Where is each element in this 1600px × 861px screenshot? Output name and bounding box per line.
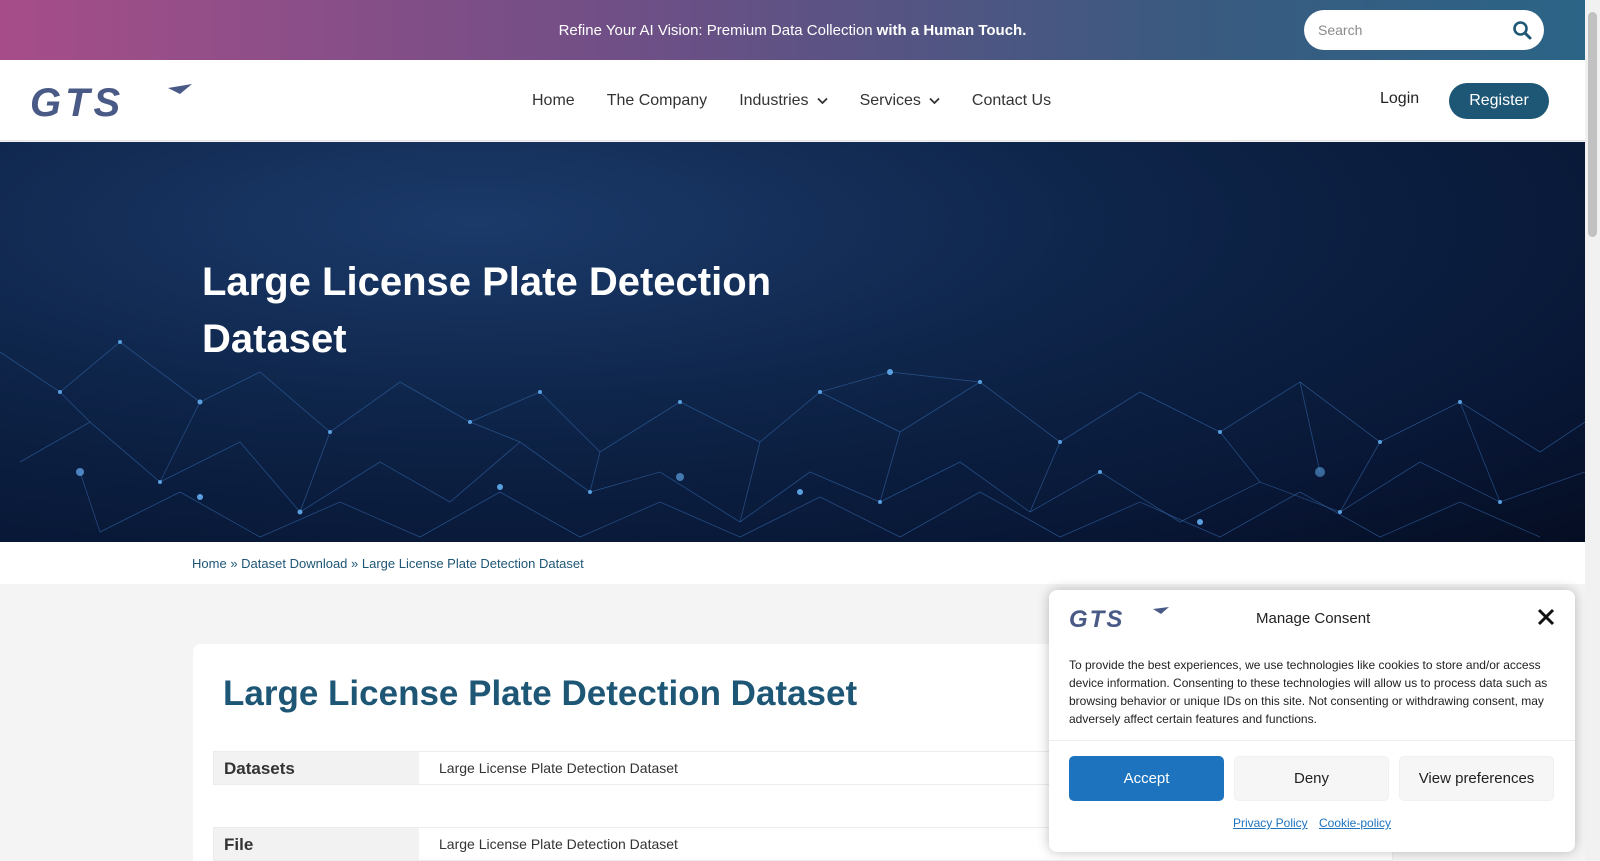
search-box	[1304, 10, 1544, 50]
breadcrumb-bar: Home » Dataset Download » Large License …	[0, 542, 1585, 584]
hero-banner: Large License Plate Detection Dataset	[0, 142, 1585, 542]
nav-home[interactable]: Home	[532, 92, 575, 110]
row-value-file: Large License Plate Detection Dataset	[439, 836, 678, 852]
nav-industries-label: Industries	[739, 91, 809, 109]
hero-title: Large License Plate Detection Dataset	[202, 260, 772, 361]
site-header: GTS Home The Company Industries Services…	[0, 60, 1585, 141]
promo-bold-text: with a Human Touch.	[876, 21, 1027, 39]
consent-title: Manage Consent	[1256, 610, 1371, 627]
breadcrumb-separator: »	[351, 556, 359, 571]
nav-the-company[interactable]: The Company	[607, 92, 708, 110]
nav-services[interactable]: Services	[860, 92, 940, 110]
row-label-file: File	[214, 828, 419, 860]
gts-logo: GTS	[1069, 606, 1169, 630]
search-input[interactable]	[1318, 22, 1498, 38]
chevron-down-icon	[929, 97, 940, 104]
breadcrumb-current: Large License Plate Detection Dataset	[361, 556, 584, 571]
scrollbar-thumb[interactable]	[1588, 12, 1597, 237]
nav-contact-us[interactable]: Contact Us	[972, 92, 1051, 110]
accept-button[interactable]: Accept	[1069, 756, 1224, 801]
view-preferences-button[interactable]: View preferences	[1399, 756, 1554, 801]
close-icon[interactable]	[1537, 608, 1555, 626]
dataset-title: Large License Plate Detection Dataset	[223, 674, 858, 713]
breadcrumb: Home » Dataset Download » Large License …	[192, 556, 584, 571]
consent-links: Privacy Policy Cookie-policy	[1049, 816, 1575, 830]
breadcrumb-home[interactable]: Home	[192, 556, 227, 571]
login-link[interactable]: Login	[1380, 90, 1419, 108]
register-button[interactable]: Register	[1449, 83, 1549, 119]
nav-the-company-label: The Company	[606, 91, 708, 109]
nav-contact-us-label: Contact Us	[971, 91, 1052, 109]
deny-button[interactable]: Deny	[1234, 756, 1389, 801]
nav-home-label: Home	[532, 91, 575, 109]
nav-industries[interactable]: Industries	[739, 91, 828, 110]
breadcrumb-separator: »	[230, 556, 238, 571]
page-scrollbar[interactable]	[1585, 0, 1600, 861]
row-value-datasets: Large License Plate Detection Dataset	[439, 760, 678, 776]
cookie-policy-link[interactable]: Cookie-policy	[1319, 816, 1391, 830]
announcement-bar: Refine Your AI Vision: Premium Data Coll…	[0, 0, 1585, 60]
row-label-datasets: Datasets	[214, 752, 419, 784]
divider	[1049, 740, 1575, 741]
svg-text:GTS: GTS	[1069, 606, 1124, 630]
nav-services-label: Services	[859, 91, 921, 109]
breadcrumb-dataset-download[interactable]: Dataset Download	[241, 556, 347, 571]
gts-logo[interactable]: GTS	[30, 82, 192, 122]
svg-text:GTS: GTS	[30, 82, 124, 122]
consent-dialog: GTS Manage Consent To provide the best e…	[1049, 590, 1575, 852]
consent-text: To provide the best experiences, we use …	[1069, 658, 1548, 726]
main-nav: Home The Company Industries Services Con…	[532, 60, 1083, 141]
search-icon[interactable]	[1512, 20, 1532, 40]
chevron-down-icon	[816, 97, 828, 104]
privacy-policy-link[interactable]: Privacy Policy	[1233, 816, 1308, 830]
promo-text: Refine Your AI Vision: Premium Data Coll…	[558, 21, 873, 39]
